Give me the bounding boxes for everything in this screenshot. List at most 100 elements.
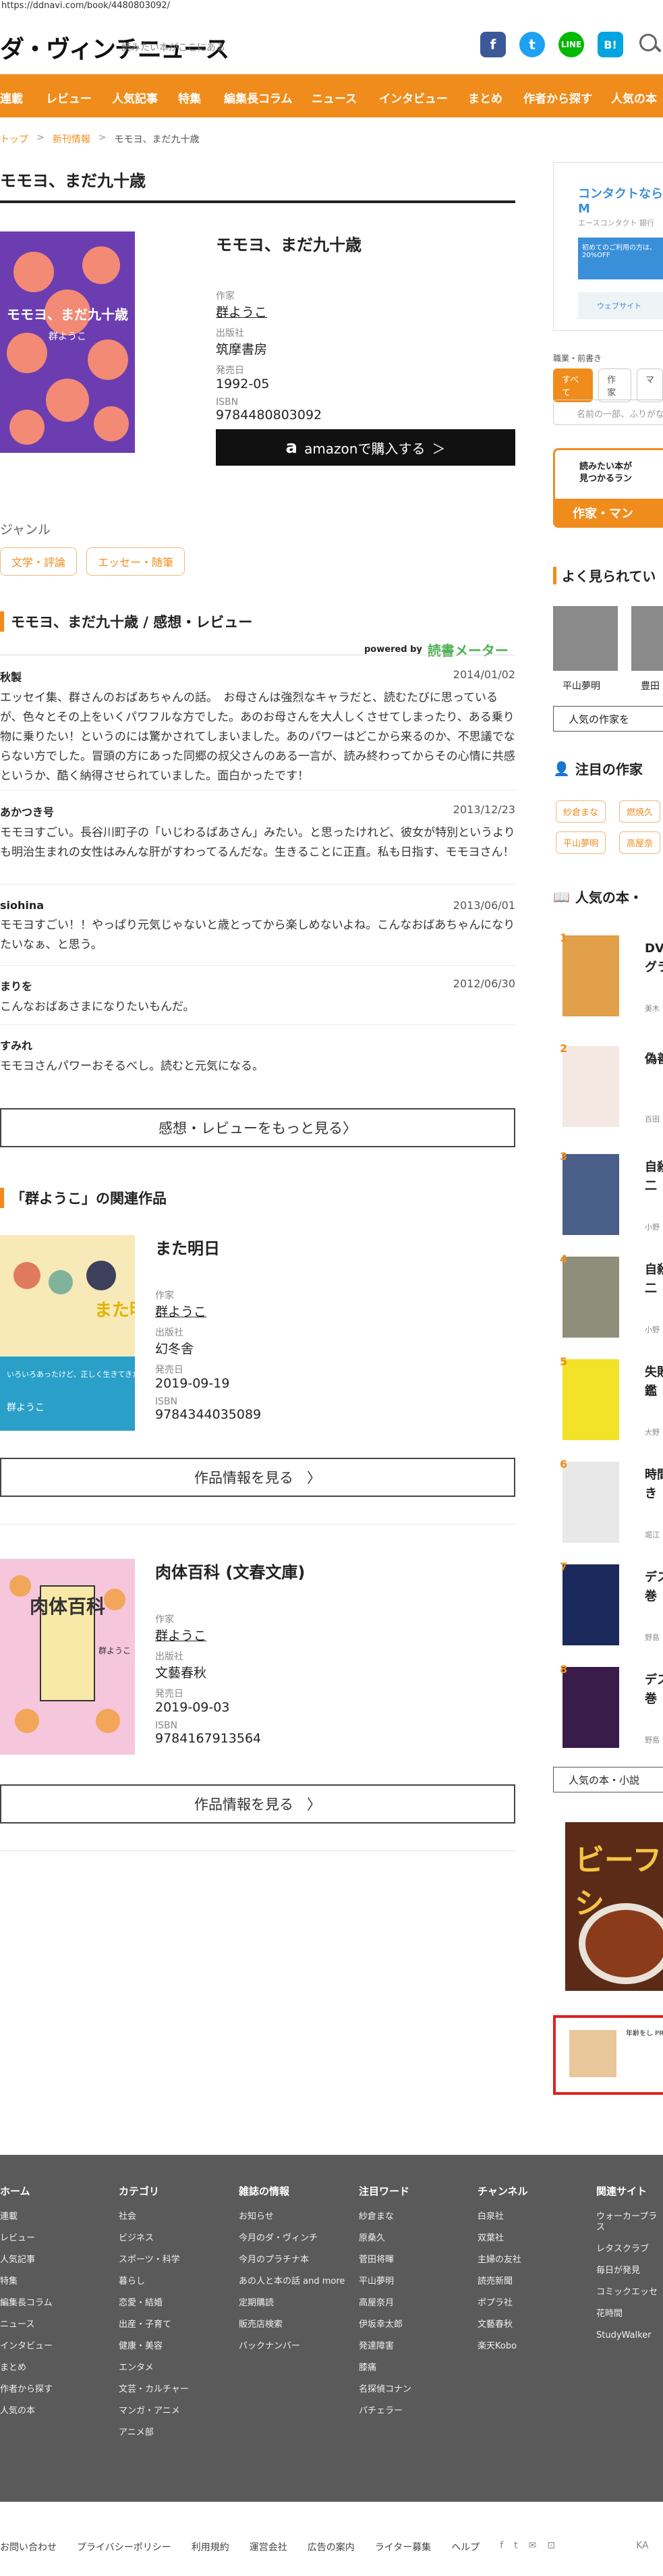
review-user[interactable]: siohina [0, 899, 44, 912]
author-chip[interactable]: 紗倉まな [556, 800, 606, 823]
footer-link[interactable]: 高屋奈月 [359, 2298, 473, 2309]
nav-item-news[interactable]: ニュース [312, 89, 357, 106]
bottom-link-writers[interactable]: ライター募集 [375, 2540, 431, 2554]
footer-link[interactable]: 読売新聞 [478, 2276, 592, 2287]
bottom-link-company[interactable]: 運営会社 [250, 2540, 287, 2554]
review-user[interactable]: あかつき号 [0, 803, 54, 819]
bottom-link-contact[interactable]: お問い合わせ [0, 2540, 57, 2554]
facebook-icon[interactable]: f [500, 2540, 503, 2554]
footer-link[interactable]: まとめ [0, 2363, 115, 2374]
footer-link[interactable]: バックナンバー [239, 2341, 353, 2352]
bottom-link-terms[interactable]: 利用規約 [192, 2540, 229, 2554]
tab-manga[interactable]: マ [636, 368, 663, 402]
footer-link[interactable]: ポプラ社 [478, 2298, 592, 2309]
footer-link[interactable]: 花時間 [596, 2309, 663, 2320]
author-link[interactable]: 群ようこ [155, 1302, 261, 1320]
nav-item-serial[interactable]: 連載 [0, 89, 23, 106]
footer-heading[interactable]: 注目ワード [359, 2184, 473, 2198]
related-book-title[interactable]: 肉体百科 (文春文庫) [155, 1559, 305, 1583]
bottom-link-privacy[interactable]: プライバシーポリシー [77, 2540, 171, 2554]
ranking-banner[interactable]: 読みたい本が 見つかるラン 作家・マン [553, 448, 663, 528]
tab-author[interactable]: 作家 [598, 368, 631, 402]
footer-link[interactable]: 名探偵コナン [359, 2384, 473, 2395]
footer-link[interactable]: ニュース [0, 2320, 115, 2330]
nav-item-matome[interactable]: まとめ [468, 89, 502, 106]
footer-link[interactable]: 人気記事 [0, 2255, 115, 2266]
author-photo[interactable] [553, 606, 618, 671]
footer-link[interactable]: 販売店検索 [239, 2320, 353, 2330]
footer-link[interactable]: 双葉社 [478, 2233, 592, 2244]
footer-link[interactable]: 紗倉まな [359, 2212, 473, 2222]
author-chip[interactable]: 平山夢明 [556, 831, 606, 854]
book-info-button[interactable]: 作品情報を見る 〉 [0, 1458, 515, 1497]
footer-link[interactable]: 今月のダ・ヴィンチ [239, 2233, 353, 2244]
review-user[interactable]: 秋製 [0, 668, 22, 684]
footer-link[interactable]: 作者から探す [0, 2384, 115, 2395]
nav-item-interview[interactable]: インタビュー [379, 89, 448, 106]
facebook-icon[interactable]: f [480, 32, 506, 57]
food-ad[interactable]: ビーフシ [565, 1822, 663, 1991]
author-search-input[interactable]: 名前の一部、ふりがな [553, 400, 663, 425]
mail-icon[interactable]: ✉ [529, 2540, 537, 2554]
nav-item-popular[interactable]: 人気記事 [112, 89, 158, 106]
genre-tag[interactable]: 文学・評論 [0, 547, 78, 576]
search-icon[interactable] [637, 31, 663, 58]
related-book-title[interactable]: また明日 [155, 1235, 261, 1259]
footer-link[interactable]: マンガ・アニメ [119, 2406, 233, 2417]
amazon-buy-button[interactable]: a amazonで購入する ＞ [216, 429, 515, 466]
author-link[interactable]: 群ようこ [155, 1626, 305, 1644]
footer-link[interactable]: 白泉社 [478, 2212, 592, 2222]
footer-link[interactable]: 定期購読 [239, 2298, 353, 2309]
footer-link[interactable]: パチェラー [359, 2406, 473, 2417]
sidebar-ad[interactable]: コンタクトならM エースコンタクト 銀行 初めてのご利用の方は、20%OFF ウ… [553, 162, 663, 331]
footer-link[interactable]: 連載 [0, 2212, 115, 2222]
footer-heading[interactable]: カテゴリ [119, 2184, 233, 2198]
author-name[interactable]: 平山夢明 [563, 679, 600, 692]
footer-link[interactable]: 健康・美容 [119, 2341, 233, 2352]
author-chip[interactable]: 燃焼久 [619, 800, 661, 823]
footer-link[interactable]: 出産・子育て [119, 2320, 233, 2330]
footer-link[interactable]: StudyWalker [596, 2330, 663, 2341]
footer-link[interactable]: 編集長コラム [0, 2298, 115, 2309]
book-info-button[interactable]: 作品情報を見る 〉 [0, 1784, 515, 1824]
line-icon[interactable]: LINE [558, 32, 584, 57]
tab-all[interactable]: すべて [553, 368, 594, 402]
nav-item-feature[interactable]: 特集 [178, 89, 201, 106]
footer-heading[interactable]: 雑誌の情報 [239, 2184, 353, 2198]
twitter-icon[interactable]: t [514, 2540, 518, 2554]
footer-link[interactable]: 発達障害 [359, 2341, 473, 2352]
footer-link[interactable]: インタビュー [0, 2341, 115, 2352]
footer-link[interactable]: 原桑久 [359, 2233, 473, 2244]
url-bar[interactable]: https://ddnavi.com/book/4480803092/ [0, 0, 663, 13]
breadcrumb-section[interactable]: 新刊情報 [53, 132, 90, 146]
review-user[interactable]: すみれ [0, 1037, 32, 1053]
book-cover[interactable]: モモヨ、まだ九十歳 群ようこ [0, 231, 135, 453]
more-reviews-button[interactable]: 感想・レビューをもっと見る〉 [0, 1108, 515, 1147]
breadcrumb-home[interactable]: トップ [0, 132, 28, 146]
nav-item-popular-books[interactable]: 人気の本 [611, 89, 657, 106]
footer-link[interactable]: エンタメ [119, 2363, 233, 2374]
footer-link[interactable]: 特集 [0, 2276, 115, 2287]
footer-link[interactable]: コミックエッセ [596, 2287, 663, 2298]
footer-heading[interactable]: チャンネル [478, 2184, 592, 2198]
footer-heading[interactable]: ホーム [0, 2184, 115, 2198]
related-book-cover[interactable]: 肉体百科 群ようこ [0, 1559, 135, 1755]
hatena-icon[interactable]: B! [598, 32, 623, 57]
footer-link[interactable]: 膝痛 [359, 2363, 473, 2374]
nav-item-editor-column[interactable]: 編集長コラム [224, 89, 293, 106]
footer-link[interactable]: 人気の本 [0, 2406, 115, 2417]
footer-link[interactable]: お知らせ [239, 2212, 353, 2222]
footer-link[interactable]: 文芸・カルチャー [119, 2384, 233, 2395]
footer-link[interactable]: 暮らし [119, 2276, 233, 2287]
footer-heading[interactable]: 関連サイト [596, 2184, 663, 2198]
footer-link[interactable]: アニメ部 [119, 2428, 233, 2438]
footer-link[interactable]: ビジネス [119, 2233, 233, 2244]
genre-tag[interactable]: エッセー・随筆 [86, 547, 185, 576]
bottom-link-help[interactable]: ヘルプ [451, 2540, 480, 2554]
bottom-link-ads[interactable]: 広告の案内 [308, 2540, 355, 2554]
related-book-cover[interactable]: また明日 いろいろあったけど、正しく生きてきたよね。 群ようこ [0, 1235, 135, 1431]
footer-link[interactable]: レビュー [0, 2233, 115, 2244]
footer-link[interactable]: 今月のプラチナ本 [239, 2255, 353, 2266]
cosmetic-ad[interactable]: 年齢をし PR [553, 2015, 663, 2095]
footer-link[interactable]: 文藝春秋 [478, 2320, 592, 2330]
